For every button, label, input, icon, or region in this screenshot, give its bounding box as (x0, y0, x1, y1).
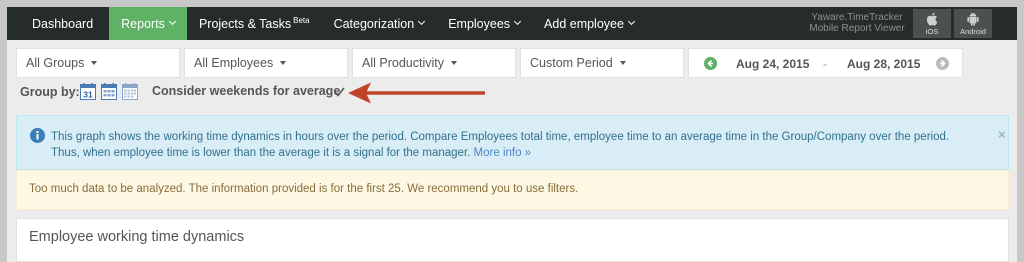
productivity-dropdown-value: All Productivity (362, 56, 444, 70)
group-by-day-button[interactable]: 31 (80, 83, 96, 103)
mobile-caption-line1: Yaware.TimeTracker (811, 12, 903, 23)
app-frame: Dashboard Reports Projects & Tasks Beta … (7, 7, 1017, 262)
annotation-arrow-icon (348, 82, 485, 104)
caret-down-icon (619, 61, 626, 65)
group-by-week-button[interactable] (101, 83, 117, 103)
arrow-right-icon (940, 59, 946, 68)
nav-add-employee-label: Add employee (544, 16, 624, 31)
android-label: Android (960, 27, 986, 36)
nav-projects-label: Projects & Tasks (198, 16, 292, 31)
info-line-1: This graph shows the working time dynami… (51, 131, 950, 143)
caret-down-icon (280, 61, 287, 65)
info-alert: This graph shows the working time dynami… (16, 115, 1009, 170)
nav-dashboard-label: Dashboard (32, 16, 94, 31)
mobile-caption-line2: Mobile Report Viewer (809, 23, 905, 34)
chevron-down-icon (168, 17, 176, 26)
panel-title: Employee working time dynamics (29, 229, 245, 245)
ios-label: iOS (925, 27, 939, 36)
calendar-day-number: 31 (83, 90, 93, 100)
arrow-left-icon (707, 59, 713, 68)
top-navbar: Dashboard Reports Projects & Tasks Beta … (7, 7, 1017, 40)
previous-period-button[interactable] (704, 57, 717, 70)
calendar-day-icon: 31 (80, 83, 96, 100)
nav-employees[interactable]: Employees (436, 7, 532, 40)
period-dropdown-value: Custom Period (530, 56, 613, 70)
next-period-button[interactable] (936, 57, 949, 70)
groups-dropdown-value: All Groups (26, 56, 85, 70)
ios-app-button[interactable]: iOS (913, 9, 951, 38)
caret-down-icon (450, 61, 457, 65)
nav-dashboard[interactable]: Dashboard (7, 7, 109, 40)
employees-dropdown-value: All Employees (194, 56, 274, 70)
beta-badge: Beta (293, 16, 310, 25)
calendar-week-icon (101, 83, 117, 100)
date-range-selector: Aug 24, 2015 - Aug 28, 2015 (688, 48, 963, 78)
group-by-label: Group by: (20, 85, 80, 99)
calendar-month-icon (122, 83, 138, 100)
nav-categorization[interactable]: Categorization (322, 7, 437, 40)
info-alert-text: This graph shows the working time dynami… (51, 129, 949, 161)
group-by-month-button[interactable] (122, 83, 138, 103)
groups-dropdown[interactable]: All Groups (16, 48, 180, 78)
caret-down-icon (91, 61, 98, 65)
apple-icon (926, 12, 938, 26)
warning-text: Too much data to be analyzed. The inform… (29, 183, 579, 195)
weekends-average-label: Consider weekends for average (152, 84, 341, 98)
more-info-link[interactable]: More info » (474, 147, 532, 159)
chart-panel: Employee working time dynamics (16, 218, 1009, 262)
nav-employees-label: Employees (448, 16, 511, 31)
chevron-down-icon (627, 17, 635, 26)
nav-reports[interactable]: Reports (109, 7, 187, 40)
weekends-checkbox[interactable] (334, 87, 345, 97)
nav-reports-label: Reports (121, 16, 165, 31)
nav-categorization-label: Categorization (333, 16, 415, 31)
info-line-2: Thus, when employee time is lower than t… (51, 145, 949, 161)
productivity-dropdown[interactable]: All Productivity (352, 48, 516, 78)
close-icon[interactable]: × (998, 127, 1006, 142)
info-icon (30, 128, 45, 143)
warning-alert: Too much data to be analyzed. The inform… (16, 170, 1009, 210)
info-line-2-text: Thus, when employee time is lower than t… (51, 147, 471, 159)
chevron-down-icon (418, 17, 426, 26)
chevron-down-icon (513, 17, 522, 26)
date-separator: - (823, 57, 827, 71)
nav-add-employee[interactable]: Add employee (532, 7, 646, 40)
mobile-viewer-caption: Yaware.TimeTracker Mobile Report Viewer (802, 12, 912, 34)
period-dropdown[interactable]: Custom Period (520, 48, 684, 78)
android-app-button[interactable]: Android (954, 9, 992, 38)
date-from[interactable]: Aug 24, 2015 (736, 57, 809, 71)
employees-dropdown[interactable]: All Employees (184, 48, 348, 78)
date-to[interactable]: Aug 28, 2015 (847, 57, 920, 71)
android-icon (967, 12, 979, 26)
nav-projects-tasks[interactable]: Projects & Tasks Beta (187, 7, 322, 40)
